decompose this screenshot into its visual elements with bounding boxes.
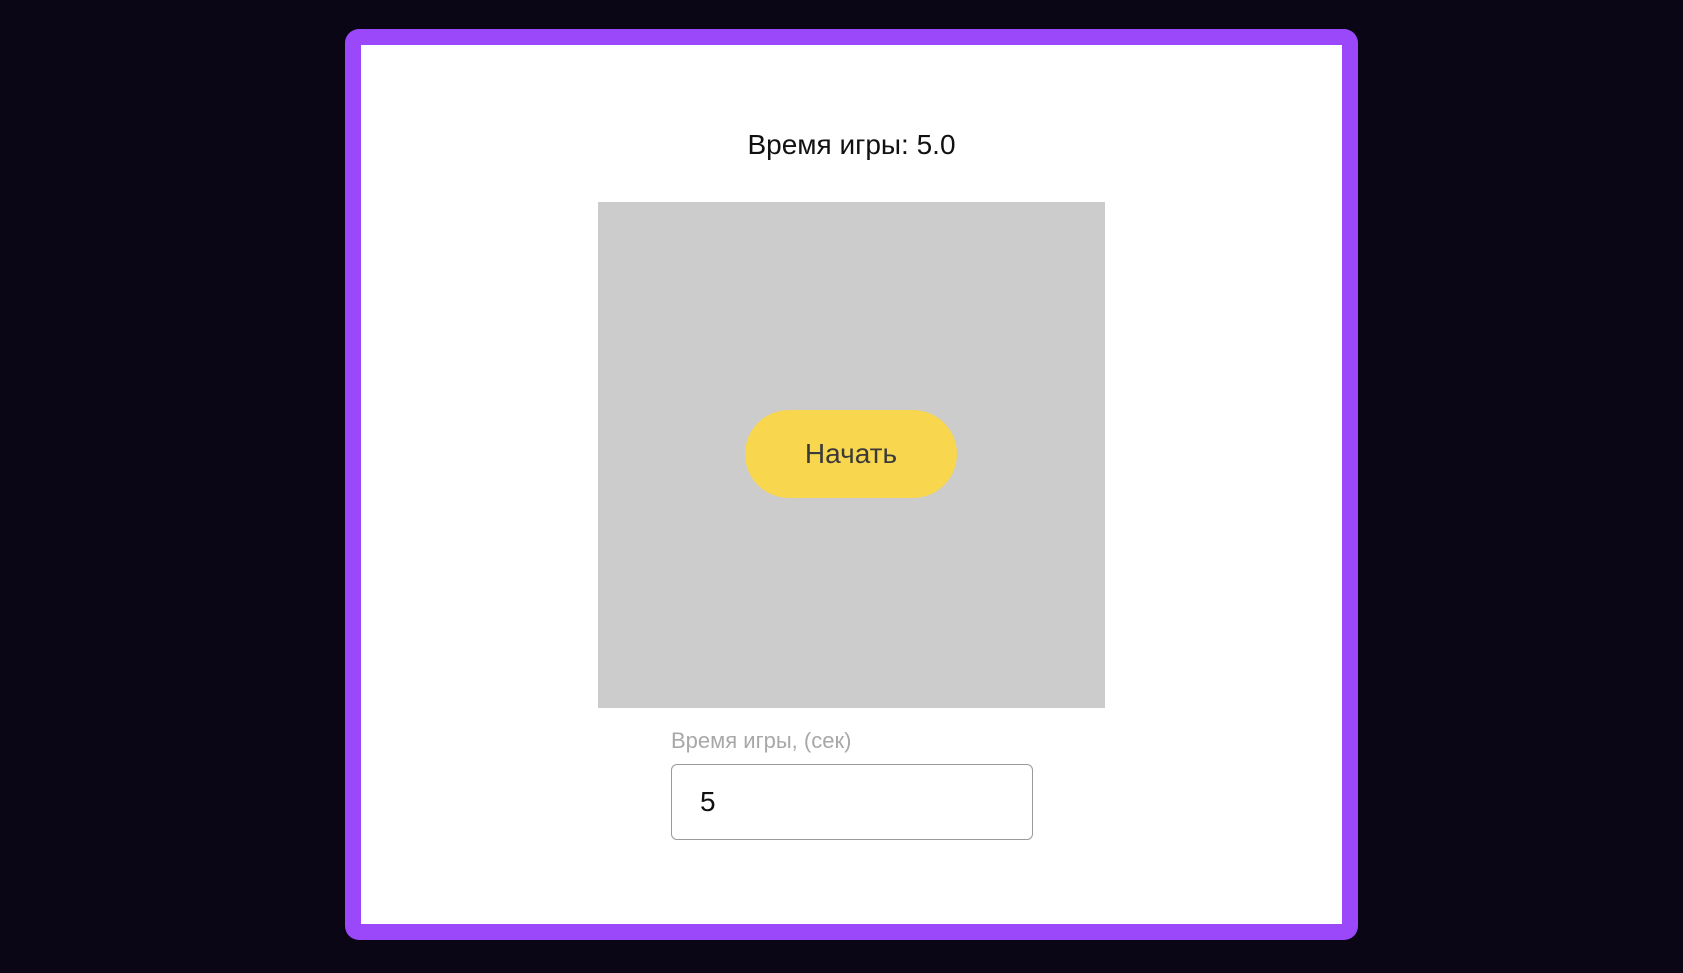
game-card: Время игры: 5.0 Начать Время игры, (сек) (361, 45, 1342, 924)
game-timer: Время игры: 5.0 (747, 129, 956, 160)
game-duration-input[interactable] (671, 764, 1033, 840)
game-duration-label: Время игры, (сек) (671, 728, 852, 753)
start-button[interactable]: Начать (745, 410, 957, 498)
game-area[interactable]: Начать (598, 202, 1105, 708)
app-frame: Время игры: 5.0 Начать Время игры, (сек) (345, 29, 1358, 940)
